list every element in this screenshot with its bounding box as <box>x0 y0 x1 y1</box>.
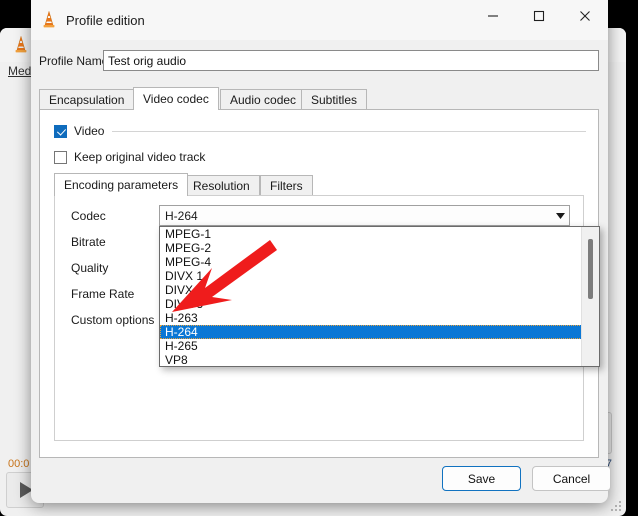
dialog-title: Profile edition <box>66 13 145 28</box>
minimize-icon <box>488 15 498 17</box>
list-item[interactable]: MPEG-4 <box>160 255 582 269</box>
quality-label: Quality <box>71 261 109 275</box>
dropdown-scrollbar[interactable] <box>581 227 599 366</box>
tab-encapsulation[interactable]: Encapsulation <box>39 89 135 109</box>
frame-rate-label: Frame Rate <box>71 287 135 301</box>
background-time-elapsed: 00:0 <box>8 458 30 470</box>
list-item[interactable]: VP8 <box>160 353 582 367</box>
tab-filters[interactable]: Filters <box>260 175 313 195</box>
list-item[interactable]: MPEG-1 <box>160 227 582 241</box>
encoding-parameters-panel: Codec Bitrate Quality Frame Rate Custom … <box>54 195 600 441</box>
codec-combobox-value: H-264 <box>165 208 198 223</box>
tab-resolution[interactable]: Resolution <box>183 175 260 195</box>
keep-original-video-track-label: Keep original video track <box>74 150 206 164</box>
tab-audio-codec[interactable]: Audio codec <box>220 89 307 109</box>
profile-name-label: Profile Name <box>39 54 109 68</box>
list-item[interactable]: H-263 <box>160 311 582 325</box>
codec-label: Codec <box>71 209 106 223</box>
codec-dropdown-popup[interactable]: MPEG-1 MPEG-2 MPEG-4 DIVX 1 DIVX 2 DIVX … <box>159 226 600 367</box>
background-menu-item-media[interactable]: Med <box>8 64 31 78</box>
list-item[interactable]: MPEG-2 <box>160 241 582 255</box>
resize-grip[interactable] <box>611 501 623 513</box>
save-button[interactable]: Save <box>442 466 521 491</box>
tab-video-codec[interactable]: Video codec <box>133 87 219 110</box>
keep-original-track-row: Keep original video track <box>54 150 205 164</box>
video-checkbox-label: Video <box>74 124 105 138</box>
maximize-icon <box>533 10 545 22</box>
inner-tabstrip: Encoding parameters Resolution Filters <box>54 173 584 196</box>
chevron-down-icon[interactable] <box>551 212 569 219</box>
profile-edition-dialog: Profile edition Profile Name Encapsulati… <box>31 0 611 503</box>
minimize-button[interactable] <box>470 0 516 32</box>
list-item-selected[interactable]: H-264 <box>160 325 582 339</box>
tab-encoding-parameters[interactable]: Encoding parameters <box>54 173 189 196</box>
section-separator <box>112 130 586 132</box>
custom-options-label: Custom options <box>71 313 155 327</box>
list-item[interactable]: DIVX 3 <box>160 297 582 311</box>
close-icon <box>580 11 590 21</box>
video-checkbox[interactable] <box>54 124 67 138</box>
tab-subtitles[interactable]: Subtitles <box>301 89 368 109</box>
cancel-button[interactable]: Cancel <box>532 466 611 491</box>
background-menubar: Med <box>8 64 31 78</box>
close-button[interactable] <box>562 0 608 32</box>
keep-original-video-track-checkbox[interactable] <box>54 150 67 164</box>
video-enable-row: Video <box>54 124 586 138</box>
maximize-button[interactable] <box>516 0 562 32</box>
vlc-cone-icon <box>15 36 27 53</box>
list-item[interactable]: DIVX 2 <box>160 283 582 297</box>
profile-name-input[interactable] <box>103 50 599 71</box>
dialog-titlebar[interactable]: Profile edition <box>31 0 608 40</box>
outer-tabstrip: Encapsulation Video codec Audio codec Su… <box>39 87 599 110</box>
list-item[interactable]: H-265 <box>160 339 582 353</box>
bitrate-label: Bitrate <box>71 235 106 249</box>
scrollbar-thumb[interactable] <box>588 239 593 299</box>
codec-option-list[interactable]: MPEG-1 MPEG-2 MPEG-4 DIVX 1 DIVX 2 DIVX … <box>160 227 582 367</box>
vlc-cone-icon <box>43 11 55 28</box>
video-codec-panel: Video Keep original video track Encoding… <box>39 109 600 458</box>
codec-combobox[interactable]: H-264 <box>159 205 570 226</box>
list-item[interactable]: DIVX 1 <box>160 269 582 283</box>
